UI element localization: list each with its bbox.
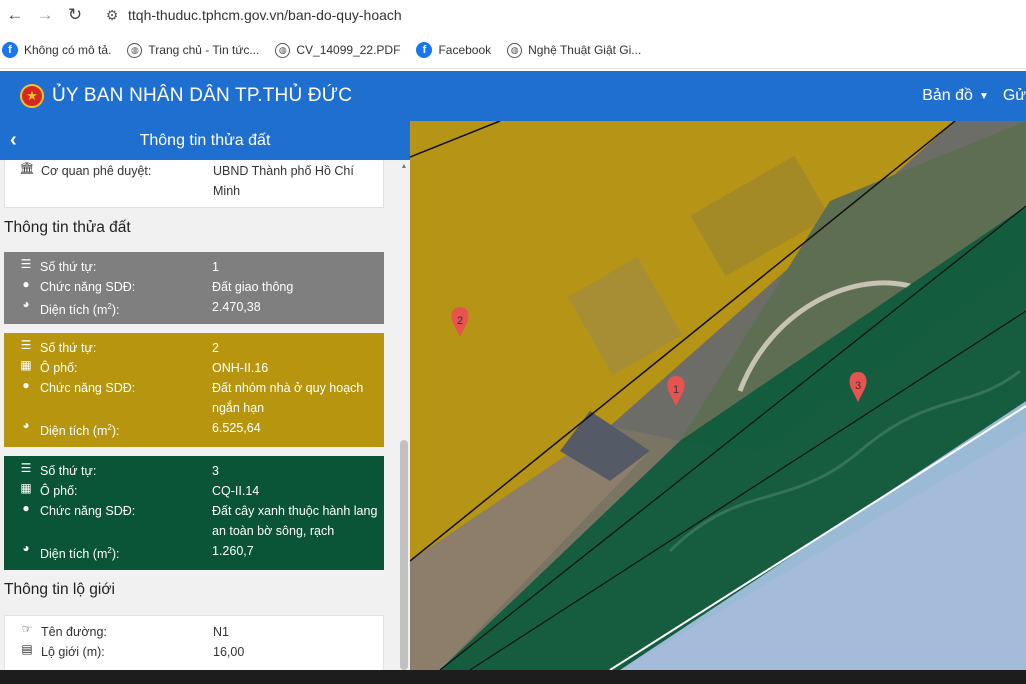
block-label: Ô phố: bbox=[40, 484, 78, 498]
document-icon: ▤ bbox=[21, 642, 33, 656]
forward-arrow-icon[interactable]: → bbox=[30, 1, 60, 29]
app-header: ★ ỦY BAN NHÂN DÂN TP.THỦ ĐỨC Bản đồ ▼ Gử bbox=[0, 71, 1026, 121]
approval-card: 🏛 Cơ quan phê duyệt: UBND Thành phố Hồ C… bbox=[4, 160, 384, 208]
marker-label: 1 bbox=[673, 384, 679, 396]
stt-value: 3 bbox=[212, 464, 219, 478]
function-label: Chức năng SDĐ: bbox=[40, 504, 136, 518]
grid-icon: ▦ bbox=[20, 358, 32, 372]
approval-value: UBND Thành phố Hồ Chí Minh bbox=[213, 164, 354, 198]
scroll-up-icon[interactable]: ▲ bbox=[400, 163, 408, 171]
map-menu-button[interactable]: Bản đồ ▼ bbox=[922, 87, 989, 105]
globe-icon: ● bbox=[22, 378, 30, 392]
pie-chart-icon: ◕ bbox=[22, 297, 30, 311]
info-sidebar: ‹ Thông tin thửa đất 🏛 Cơ quan phê duyệt… bbox=[0, 121, 410, 670]
function-value: Đất giao thông bbox=[212, 280, 294, 294]
send-menu-button[interactable]: Gử bbox=[1003, 87, 1026, 105]
function-label: Chức năng SDĐ: bbox=[40, 381, 136, 395]
function-value: Đất cây xanh thuộc hành lang an toàn bờ … bbox=[212, 504, 378, 538]
header-menu: Bản đồ ▼ Gử bbox=[922, 71, 1026, 121]
area-label: Diện tích (m2): bbox=[40, 423, 120, 439]
parcel-card[interactable]: ☰ Số thứ tự: 2 ▦ Ô phố: ONH-II.16 ● Chức năng… bbox=[4, 333, 384, 447]
sidebar-title: Thông tin thửa đất bbox=[139, 131, 271, 149]
marker-label: 2 bbox=[457, 315, 463, 327]
stt-label: Số thứ tự: bbox=[40, 464, 97, 478]
area-value: 1.260,7 bbox=[212, 544, 254, 558]
globe-icon: ◍ bbox=[507, 42, 523, 58]
function-label: Chức năng SDĐ: bbox=[40, 280, 136, 294]
globe-icon: ● bbox=[22, 277, 30, 291]
bookmark-item[interactable]: ◍ Nghệ Thuật Giật Gi... bbox=[507, 42, 642, 58]
function-value: Đất nhóm nhà ở quy hoạch ngắn hạn bbox=[212, 381, 364, 415]
sidebar-scroll-area[interactable]: 🏛 Cơ quan phê duyệt: UBND Thành phố Hồ C… bbox=[0, 160, 398, 670]
sidebar-scrollbar[interactable]: ▲ bbox=[399, 160, 409, 670]
bookmark-label: Trang chủ - Tin tức... bbox=[148, 43, 260, 57]
map-menu-label: Bản đồ bbox=[922, 87, 973, 104]
url-field[interactable]: ttqh-thuduc.tphcm.gov.vn/ban-do-quy-hoac… bbox=[128, 7, 402, 23]
bookmark-label: CV_14099_22.PDF bbox=[296, 43, 401, 57]
bookmarks-bar: f Không có mô tả. ◍ Trang chủ - Tin tức.… bbox=[0, 32, 1026, 69]
facebook-icon: f bbox=[416, 42, 433, 58]
globe-icon: ◍ bbox=[127, 42, 143, 58]
road-name-label: Tên đường: bbox=[41, 625, 107, 639]
area-label: Diện tích (m2): bbox=[40, 546, 120, 562]
national-emblem-icon: ★ bbox=[20, 84, 44, 108]
grid-icon: ▦ bbox=[20, 481, 32, 495]
app-title[interactable]: ỦY BAN NHÂN DÂN TP.THỦ ĐỨC bbox=[52, 85, 352, 107]
caret-down-icon: ▼ bbox=[978, 90, 989, 102]
os-taskbar bbox=[0, 670, 1026, 684]
parcel-section-title: Thông tin thửa đất bbox=[4, 219, 131, 236]
pie-chart-icon: ◕ bbox=[22, 418, 30, 432]
stt-value: 1 bbox=[212, 260, 219, 274]
stt-label: Số thứ tự: bbox=[40, 341, 97, 355]
list-icon: ☰ bbox=[20, 461, 32, 475]
site-settings-icon[interactable]: ⚙ bbox=[102, 5, 122, 25]
planning-map[interactable]: 2 1 3 bbox=[410, 121, 1026, 670]
scrollbar-thumb[interactable] bbox=[400, 440, 408, 670]
bookmark-label: Không có mô tả. bbox=[24, 43, 112, 57]
chevron-left-icon[interactable]: ‹ bbox=[10, 121, 17, 160]
institution-icon: 🏛 bbox=[19, 161, 35, 175]
bookmark-item[interactable]: ◍ CV_14099_22.PDF bbox=[275, 42, 401, 58]
map-canvas[interactable]: 2 1 3 bbox=[410, 121, 1026, 670]
reload-icon[interactable]: ↻ bbox=[60, 1, 90, 29]
road-section-title: Thông tin lộ giới bbox=[4, 581, 115, 598]
road-card: ☞ Tên đường: N1 ▤ Lộ giới (m): 16,00 bbox=[4, 615, 384, 670]
road-name-value: N1 bbox=[213, 625, 229, 639]
parcel-card[interactable]: ☰ Số thứ tự: 1 ● Chức năng SDĐ: Đất giao thô… bbox=[4, 252, 384, 324]
block-label: Ô phố: bbox=[40, 361, 78, 375]
back-arrow-icon[interactable]: ← bbox=[0, 1, 30, 29]
pie-chart-icon: ◕ bbox=[22, 541, 30, 555]
stt-label: Số thứ tự: bbox=[40, 260, 97, 274]
bookmark-label: Nghệ Thuật Giật Gi... bbox=[528, 43, 642, 57]
area-value: 2.470,38 bbox=[212, 300, 261, 314]
globe-icon: ◍ bbox=[275, 42, 291, 58]
bookmark-item[interactable]: ◍ Trang chủ - Tin tức... bbox=[127, 42, 260, 58]
road-width-value: 16,00 bbox=[213, 645, 245, 659]
list-icon: ☰ bbox=[20, 338, 32, 352]
road-width-label: Lộ giới (m): bbox=[41, 645, 105, 659]
area-value: 6.525,64 bbox=[212, 421, 261, 435]
browser-address-bar: ← → ↻ ⚙ ttqh-thuduc.tphcm.gov.vn/ban-do-… bbox=[0, 0, 1026, 30]
pointing-hand-icon: ☞ bbox=[21, 622, 33, 636]
approval-label: Cơ quan phê duyệt: bbox=[41, 164, 152, 178]
bookmark-label: Facebook bbox=[438, 43, 492, 57]
stt-value: 2 bbox=[212, 341, 219, 355]
list-icon: ☰ bbox=[20, 257, 32, 271]
block-value: ONH-II.16 bbox=[212, 361, 269, 375]
area-label: Diện tích (m2): bbox=[40, 302, 120, 318]
block-value: CQ-II.14 bbox=[212, 484, 260, 498]
marker-label: 3 bbox=[855, 380, 861, 392]
bookmark-item[interactable]: f Facebook bbox=[416, 42, 491, 58]
sidebar-header: ‹ Thông tin thửa đất bbox=[0, 121, 410, 160]
parcel-card[interactable]: ☰ Số thứ tự: 3 ▦ Ô phố: CQ-II.14 ● Chức năng … bbox=[4, 456, 384, 570]
globe-icon: ● bbox=[22, 501, 30, 515]
facebook-icon: f bbox=[2, 42, 18, 58]
bookmark-item[interactable]: f Không có mô tả. bbox=[2, 42, 111, 58]
